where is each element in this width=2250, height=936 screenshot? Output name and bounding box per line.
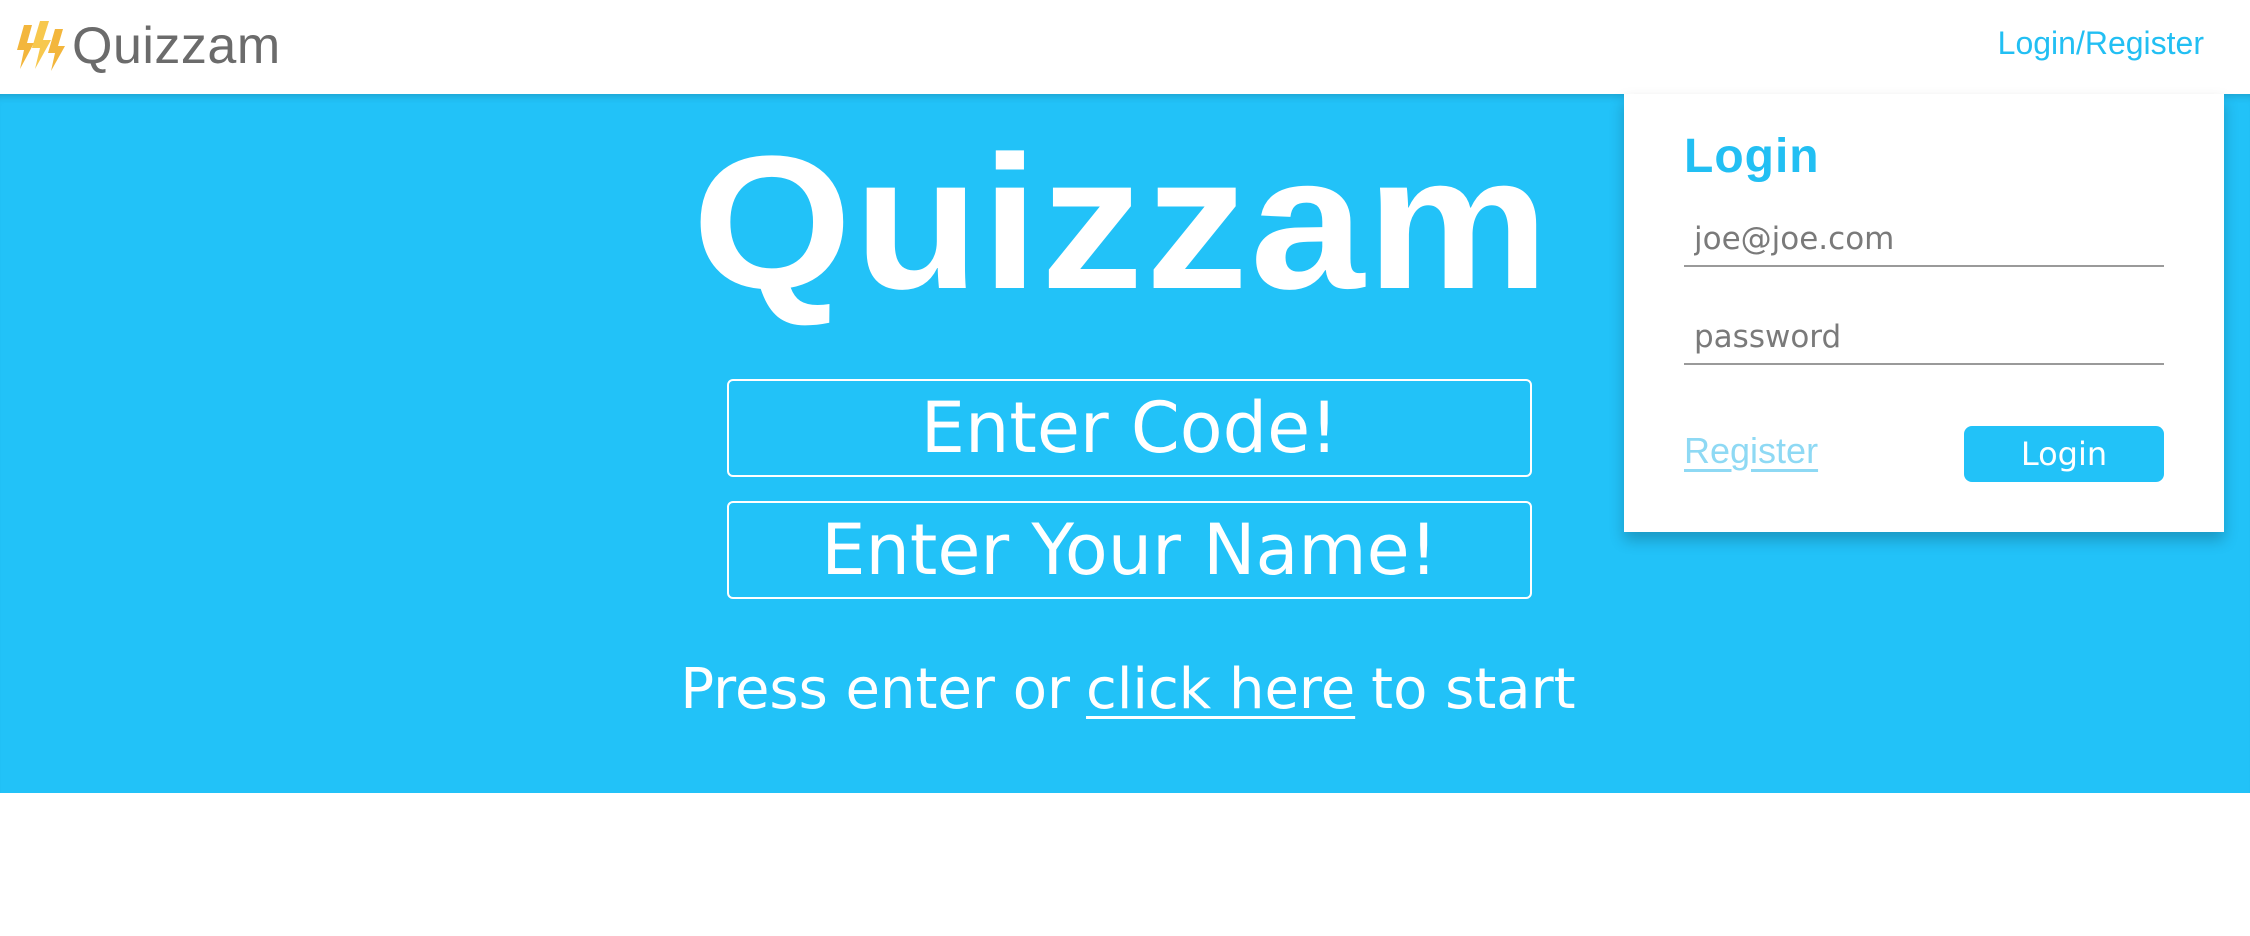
enter-code-input[interactable] xyxy=(727,379,1532,477)
email-field[interactable] xyxy=(1684,213,2164,267)
click-here-link[interactable]: click here xyxy=(1086,657,1355,722)
login-heading: Login xyxy=(1684,130,1820,183)
login-register-link[interactable]: Login/Register xyxy=(1998,22,2204,64)
start-prefix: Press enter or xyxy=(680,657,1071,722)
login-button[interactable]: Login xyxy=(1964,426,2164,482)
brand-home-link[interactable]: Quizzam xyxy=(14,14,281,78)
navbar: Quizzam Login/Register xyxy=(0,0,2250,94)
start-suffix: to start xyxy=(1371,657,1576,722)
brand-name: Quizzam xyxy=(72,17,281,75)
login-panel: Login Register Login xyxy=(1624,94,2224,532)
lightning-bolts-icon xyxy=(17,21,65,71)
enter-name-input[interactable] xyxy=(727,501,1532,599)
register-link[interactable]: Register xyxy=(1684,429,1818,473)
hero-title-text: Quizzam xyxy=(692,117,1552,329)
password-field[interactable] xyxy=(1684,311,2164,365)
start-instructions: Press enter or click here to start xyxy=(3,654,2250,726)
